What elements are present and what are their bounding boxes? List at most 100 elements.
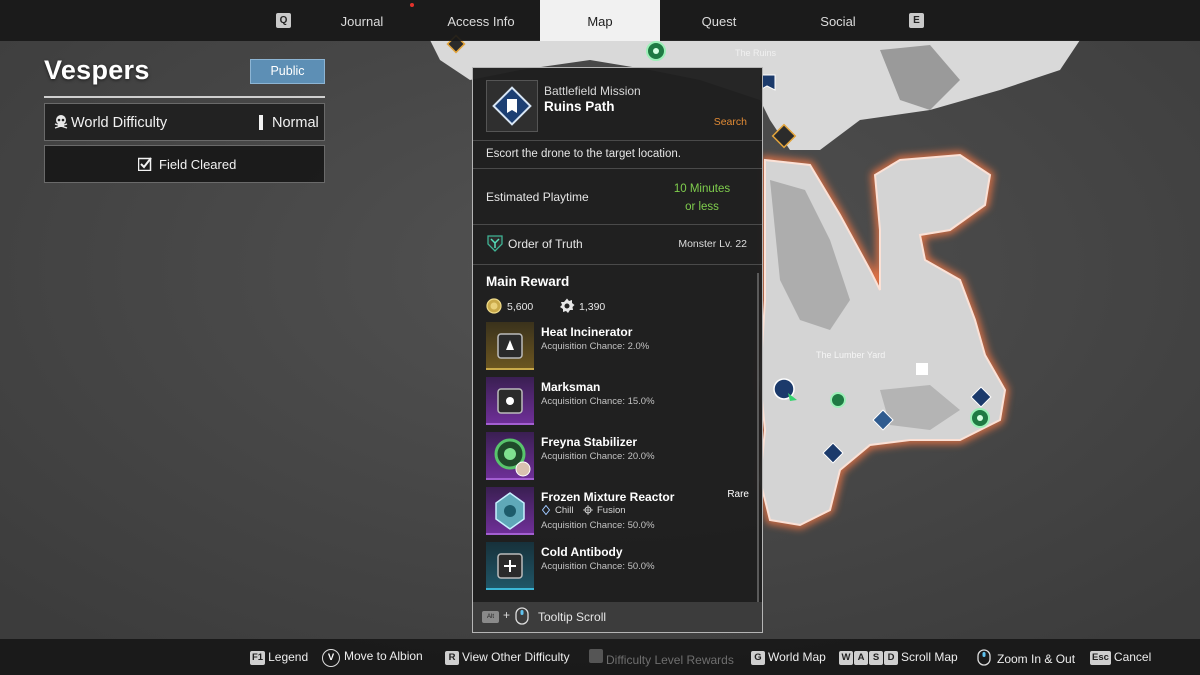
s-key: S bbox=[869, 651, 883, 665]
hint-label: Legend bbox=[268, 650, 309, 664]
reward-name: Frozen Mixture Reactor bbox=[541, 490, 675, 504]
reward-item[interactable]: Frozen Mixture Reactor Rare Chill Fusion… bbox=[486, 487, 751, 537]
reward-chance: Acquisition Chance: 2.0% bbox=[541, 341, 650, 352]
frozen-mixture-reactor-icon bbox=[495, 492, 525, 530]
hint-label: Zoom In & Out bbox=[997, 652, 1076, 666]
hint-move-to-albion[interactable]: V Move to Albion bbox=[322, 648, 423, 667]
tab-access-info[interactable]: Access Info bbox=[422, 0, 540, 41]
chill-icon bbox=[541, 505, 551, 515]
mission-type: Battlefield Mission bbox=[544, 84, 641, 98]
hint-label: Cancel bbox=[1113, 650, 1152, 664]
region-title: Vespers bbox=[44, 55, 150, 85]
checkbox-checked-icon bbox=[138, 157, 152, 171]
tab-journal[interactable]: Journal bbox=[302, 0, 422, 41]
gold-reward: 5,600 bbox=[507, 301, 534, 313]
bottom-hint-bar: F1 Legend V Move to Albion R View Other Dif… bbox=[0, 639, 1200, 675]
top-nav-bar: Q Journal Access Info Map Quest Social E bbox=[0, 0, 1200, 41]
xp-reward: 1,390 bbox=[579, 301, 606, 313]
tab-quest[interactable]: Quest bbox=[660, 0, 778, 41]
mission-icon-frame bbox=[486, 80, 538, 132]
marksman-icon bbox=[497, 388, 523, 414]
mission-tooltip-panel[interactable]: Battlefield Mission Ruins Path Search Es… bbox=[472, 67, 763, 633]
r-key: R bbox=[445, 651, 459, 665]
notification-dot bbox=[410, 3, 414, 7]
hint-scroll-map[interactable]: W A S D Scroll Map bbox=[839, 649, 958, 666]
world-difficulty-row[interactable]: World Difficulty Normal bbox=[44, 103, 325, 141]
reward-thumb bbox=[486, 322, 534, 370]
xp-icon bbox=[560, 298, 575, 313]
w-key: W bbox=[839, 651, 853, 665]
reward-thumb bbox=[486, 487, 534, 535]
reward-name: Cold Antibody bbox=[541, 545, 623, 559]
hint-view-other-difficulty[interactable]: R View Other Difficulty bbox=[445, 649, 570, 666]
reward-rarity: Rare bbox=[727, 489, 749, 500]
hint-legend[interactable]: F1 Legend bbox=[250, 649, 308, 666]
world-difficulty-label: World Difficulty bbox=[71, 115, 168, 131]
monster-level: Monster Lv. 22 bbox=[678, 238, 747, 250]
map-marker-spawn-3[interactable] bbox=[970, 408, 990, 428]
hint-label: Scroll Map bbox=[901, 650, 958, 664]
reward-item[interactable]: Marksman Acquisition Chance: 15.0% bbox=[486, 377, 751, 427]
freyna-stabilizer-icon bbox=[494, 438, 531, 477]
a-key: A bbox=[854, 651, 868, 665]
hint-zoom[interactable]: Zoom In & Out bbox=[977, 649, 1075, 666]
main-reward-title: Main Reward bbox=[486, 274, 570, 289]
mission-name: Ruins Path bbox=[544, 99, 615, 114]
separator bbox=[473, 140, 762, 141]
hint-label: Difficulty Level Rewards bbox=[606, 653, 734, 667]
d-key: D bbox=[884, 651, 898, 665]
reward-chance: Acquisition Chance: 50.0% bbox=[541, 561, 655, 572]
disabled-key bbox=[589, 649, 603, 663]
separator bbox=[473, 224, 762, 225]
reward-chance: Acquisition Chance: 15.0% bbox=[541, 396, 655, 407]
heat-incinerator-icon bbox=[497, 333, 523, 359]
tab-social[interactable]: Social bbox=[778, 0, 898, 41]
reward-thumb bbox=[486, 432, 534, 480]
faction-name: Order of Truth bbox=[508, 237, 583, 251]
map-marker-spawn[interactable] bbox=[646, 41, 666, 61]
prev-tab-key[interactable]: Q bbox=[276, 13, 291, 28]
fusion-icon bbox=[583, 505, 593, 515]
mouse-wheel-icon bbox=[515, 607, 529, 625]
reward-thumb bbox=[486, 542, 534, 590]
g-key: G bbox=[751, 651, 765, 665]
mission-description: Escort the drone to the target location. bbox=[486, 148, 681, 160]
field-cleared-label: Field Cleared bbox=[159, 157, 237, 172]
map-label-ruins: The Ruins bbox=[735, 48, 777, 58]
reward-item[interactable]: Freyna Stabilizer Acquisition Chance: 20… bbox=[486, 432, 751, 482]
playtime-value: 10 Minutes or less bbox=[657, 180, 747, 216]
separator bbox=[473, 264, 762, 265]
reward-chance: Acquisition Chance: 20.0% bbox=[541, 451, 655, 462]
reward-item[interactable]: Heat Incinerator Acquisition Chance: 2.0… bbox=[486, 322, 751, 372]
order-of-truth-icon bbox=[487, 235, 503, 252]
hint-world-map[interactable]: G World Map bbox=[751, 649, 826, 666]
region-divider bbox=[44, 96, 325, 98]
tooltip-scrollbar[interactable] bbox=[757, 273, 759, 603]
hint-label: View Other Difficulty bbox=[462, 650, 570, 664]
next-tab-key[interactable]: E bbox=[909, 13, 924, 28]
difficulty-indicator bbox=[259, 115, 263, 130]
playtime-label: Estimated Playtime bbox=[486, 190, 589, 204]
alt-key: Alt bbox=[482, 611, 499, 623]
plus-sign: + bbox=[503, 608, 511, 622]
cold-antibody-icon bbox=[497, 553, 523, 579]
reward-chance: Acquisition Chance: 50.0% bbox=[541, 520, 655, 531]
reward-tag-chill: Chill bbox=[555, 505, 574, 516]
map-marker-spawn-2[interactable] bbox=[830, 392, 846, 408]
hint-difficulty-level-rewards: Difficulty Level Rewards bbox=[589, 649, 734, 667]
tooltip-footer: Alt + Tooltip Scroll bbox=[473, 602, 762, 632]
tooltip-scroll-hint: Tooltip Scroll bbox=[538, 610, 607, 624]
world-difficulty-value: Normal bbox=[272, 115, 319, 131]
gold-coin-icon bbox=[486, 298, 502, 314]
public-button[interactable]: Public bbox=[250, 59, 325, 84]
mouse-wheel-icon bbox=[977, 649, 991, 666]
reward-item[interactable]: Cold Antibody Acquisition Chance: 50.0% bbox=[486, 542, 751, 592]
reward-name: Marksman bbox=[541, 380, 601, 394]
tab-map[interactable]: Map bbox=[540, 0, 660, 41]
hint-cancel[interactable]: Esc Cancel bbox=[1090, 649, 1151, 666]
map-marker-house[interactable] bbox=[916, 363, 928, 375]
map-label-lumber-yard: The Lumber Yard bbox=[816, 350, 885, 360]
playtime-value-line2: or less bbox=[685, 201, 719, 213]
reward-name: Freyna Stabilizer bbox=[541, 435, 638, 449]
reward-name: Heat Incinerator bbox=[541, 325, 633, 339]
